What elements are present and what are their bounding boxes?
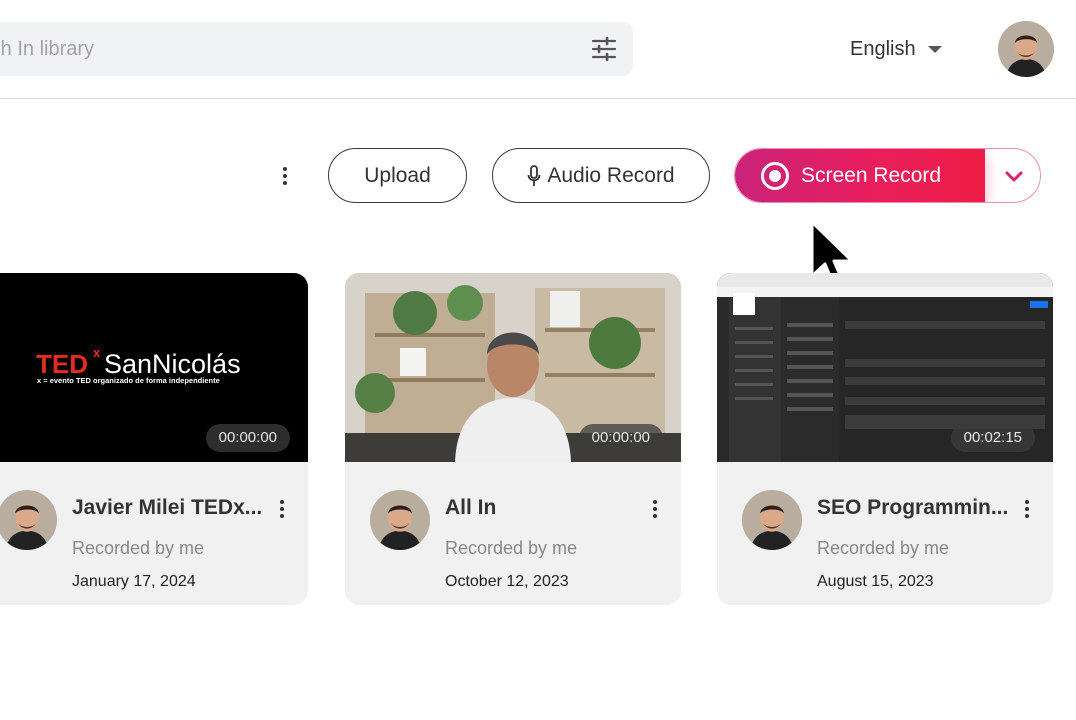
card-date: October 12, 2023: [445, 573, 569, 590]
recording-card[interactable]: 00:02:15 SEO Programmin... Recorded by m…: [717, 273, 1053, 605]
avatar: [370, 490, 430, 550]
card-subtitle: Recorded by me: [445, 538, 578, 558]
upload-label: Upload: [364, 163, 431, 187]
kebab-dot: [280, 514, 284, 518]
card-more-options-button[interactable]: [1021, 498, 1033, 520]
language-selector[interactable]: English: [850, 34, 942, 64]
kebab-dot: [1025, 500, 1029, 504]
card-title[interactable]: All In: [445, 496, 645, 520]
video-thumbnail[interactable]: 00:00:00: [345, 273, 681, 462]
kebab-dot: [283, 167, 287, 171]
duration-badge: 00:02:15: [950, 424, 1035, 452]
card-more-options-button[interactable]: [649, 498, 661, 520]
microphone-icon: [527, 164, 541, 186]
screen-record-split-button: Screen Record: [734, 148, 1041, 203]
avatar-portrait-icon: [370, 490, 430, 550]
card-title[interactable]: Javier Milei TEDx...: [72, 496, 272, 520]
card-date: August 15, 2023: [817, 573, 934, 590]
upload-button[interactable]: Upload: [328, 148, 467, 203]
audio-record-label: Audio Record: [547, 163, 675, 187]
card-title[interactable]: SEO Programmin...: [817, 496, 1017, 520]
screen-record-button[interactable]: Screen Record: [735, 149, 985, 202]
audio-record-button[interactable]: Audio Record: [492, 148, 710, 203]
video-thumbnail[interactable]: 00:02:15: [717, 273, 1053, 462]
kebab-dot: [283, 181, 287, 185]
tedx-caption: x = evento TED organizado de forma indep…: [37, 376, 220, 385]
kebab-dot: [653, 514, 657, 518]
filter-sliders-icon[interactable]: [591, 37, 617, 61]
screen-record-dropdown-button[interactable]: [985, 149, 1040, 202]
kebab-dot: [283, 174, 287, 178]
video-thumbnail[interactable]: TED x SanNicolás x = evento TED organiza…: [0, 273, 308, 462]
tedx-logo-text: TED: [36, 349, 88, 379]
user-avatar[interactable]: [998, 21, 1054, 77]
recording-card[interactable]: TED x SanNicolás x = evento TED organiza…: [0, 273, 308, 605]
chevron-down-icon: [1005, 171, 1022, 181]
kebab-dot: [653, 507, 657, 511]
kebab-dot: [280, 507, 284, 511]
avatar-portrait-icon: [998, 21, 1054, 77]
card-date: January 17, 2024: [72, 573, 196, 590]
tedx-logo-sup: x: [93, 345, 101, 360]
avatar-portrait-icon: [742, 490, 802, 550]
avatar-portrait-icon: [0, 490, 57, 550]
kebab-dot: [280, 500, 284, 504]
avatar: [742, 490, 802, 550]
kebab-dot: [1025, 514, 1029, 518]
search-input[interactable]: [0, 37, 544, 61]
avatar: [0, 490, 57, 550]
kebab-dot: [653, 500, 657, 504]
top-bar: English: [0, 0, 1076, 99]
chevron-down-icon: [927, 45, 942, 53]
duration-badge: 00:00:00: [578, 424, 663, 452]
card-subtitle: Recorded by me: [72, 538, 205, 558]
screen-record-label: Screen Record: [801, 163, 942, 187]
kebab-dot: [1025, 507, 1029, 511]
tedx-event-text: SanNicolás: [104, 349, 241, 379]
card-subtitle: Recorded by me: [817, 538, 950, 558]
duration-badge: 00:00:00: [205, 424, 290, 452]
library-search[interactable]: [0, 22, 633, 76]
recording-card[interactable]: 00:00:00 All In Recorded by me October 1…: [345, 273, 681, 605]
language-label: English: [850, 37, 916, 60]
more-options-button[interactable]: [276, 162, 294, 190]
record-icon: [761, 161, 789, 190]
card-more-options-button[interactable]: [276, 498, 288, 520]
